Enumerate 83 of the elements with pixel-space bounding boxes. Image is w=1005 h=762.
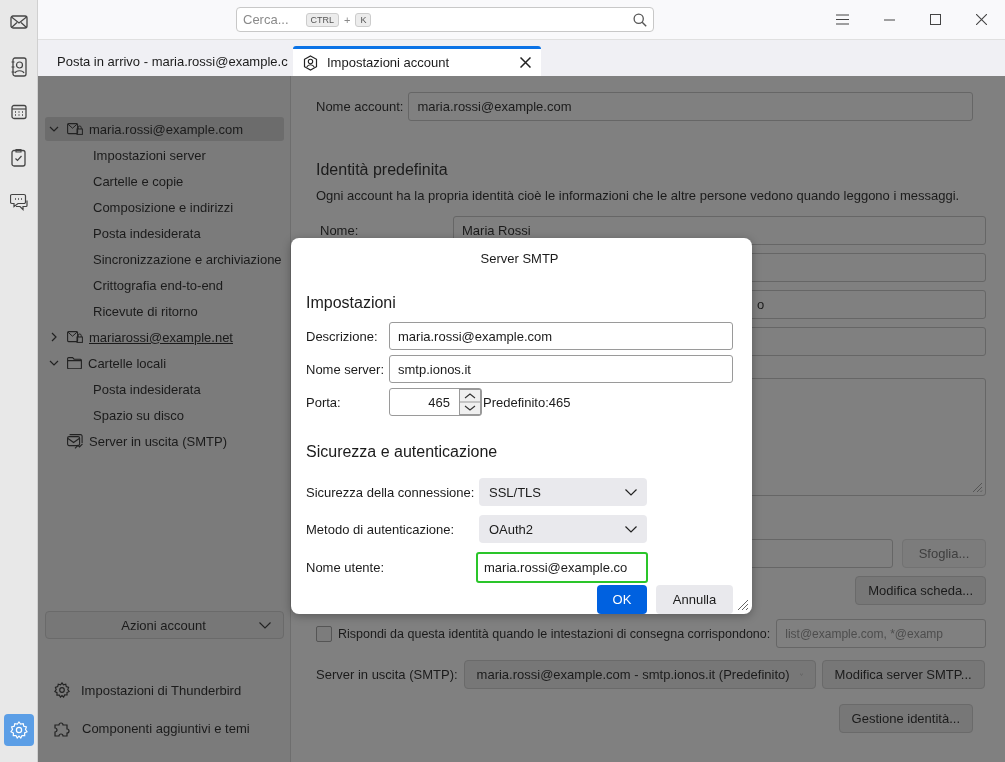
account-tree-item[interactable]: Spazio su disco <box>45 403 284 429</box>
field-label: Nome server: <box>306 361 386 377</box>
dialog-title: Server SMTP <box>479 251 560 266</box>
field-label: Nome: <box>320 222 360 240</box>
chevron-icon[interactable] <box>49 124 59 134</box>
connection-security-dropdown[interactable]: SSL/TLS <box>479 478 647 506</box>
section-heading: Identità predefinita <box>316 161 449 179</box>
tab[interactable]: Impostazioni account <box>293 46 541 76</box>
account-tree-item[interactable]: maria.rossi@example.com <box>45 117 284 141</box>
field-label: Server in uscita (SMTP): <box>316 667 458 682</box>
chevron-icon[interactable] <box>49 332 59 342</box>
settings-button[interactable] <box>3 714 34 746</box>
tab[interactable]: Posta in arrivo - maria.rossi@example.c <box>38 46 290 76</box>
port-spinner[interactable]: 465 <box>389 388 482 416</box>
browse-button[interactable]: Sfoglia... <box>902 539 986 568</box>
account-tree-item[interactable]: mariarossi@example.net <box>45 325 284 349</box>
checkbox[interactable] <box>316 625 332 642</box>
key-joiner: + <box>344 13 351 26</box>
ok-button[interactable]: OK <box>597 585 647 614</box>
chevron-icon <box>259 621 271 629</box>
spin-arrows-icon[interactable] <box>459 389 481 415</box>
chevron-icon <box>625 488 637 496</box>
resize-grip-icon <box>737 599 749 611</box>
account-name-field[interactable]: maria.rossi@example.com <box>408 92 973 121</box>
account-tree-item[interactable]: Impostazioni server <box>45 143 284 169</box>
field-label: Nome account: <box>316 99 404 114</box>
puzzle-icon <box>54 719 71 737</box>
cancel-button[interactable]: Annulla <box>656 585 733 614</box>
envelope-icon <box>9 15 28 29</box>
username-field[interactable]: maria.rossi@example.co <box>476 552 648 583</box>
field-label: Descrizione: <box>306 328 379 344</box>
search-field[interactable]: Cerca... CTRL + K <box>236 7 654 32</box>
section-description: Ogni account ha la propria identità cioè le informazioni che le altre persone vedono quando leggono i messaggi. <box>316 188 961 203</box>
edit-card-button[interactable]: Modifica scheda... <box>855 576 986 605</box>
account-tree-item[interactable]: Composizione e indirizzi <box>45 195 284 221</box>
account-tree-item[interactable]: Posta indesiderata <box>45 221 284 247</box>
envelope-lock-icon <box>67 331 83 343</box>
checkbox-label: Rispondi da questa identità quando le intestazioni di consegna corrispondono: <box>338 626 771 641</box>
account-tree-item[interactable]: Ricevute di ritorno <box>45 299 284 325</box>
sidebar-link[interactable]: Impostazioni di Thunderbird <box>45 680 284 700</box>
outbox-icon <box>67 433 83 449</box>
sidebar-link[interactable]: Componenti aggiuntivi e temi <box>45 718 284 738</box>
chat-bubbles-icon <box>9 193 28 211</box>
field-label: Nome utente: <box>306 560 386 575</box>
settings-icon <box>9 721 28 739</box>
menu-icon[interactable] <box>836 14 849 25</box>
field-label: Sicurezza della connessione: <box>306 484 476 500</box>
search-icon <box>633 12 647 27</box>
close-icon[interactable] <box>520 57 531 68</box>
field-label: Porta: <box>306 394 342 410</box>
keyboard-key: CTRL <box>305 12 340 27</box>
edit-smtp-button[interactable]: Modifica server SMTP... <box>821 660 985 689</box>
manage-identities-button[interactable]: Gestione identità... <box>838 704 973 733</box>
chevron-icon <box>625 525 637 533</box>
maximize-icon[interactable] <box>930 14 941 25</box>
field-label: Metodo di autenticazione: <box>306 521 456 537</box>
account-tree-item[interactable]: Posta indesiderata <box>45 377 284 403</box>
default-port-text: Predefinito:465 <box>483 394 571 410</box>
account-tree-item[interactable]: Crittografia end-to-end <box>45 273 284 299</box>
server-name-field[interactable]: smtp.ionos.it <box>389 355 733 383</box>
clipboard-check-icon <box>11 147 26 167</box>
description-field[interactable]: maria.rossi@example.com <box>389 322 733 350</box>
account-tree-item[interactable]: Server in uscita (SMTP) <box>45 429 284 453</box>
section-heading: Impostazioni <box>306 294 397 312</box>
account-actions-button[interactable]: Azioni account <box>45 611 284 639</box>
keyboard-key: K <box>355 12 372 27</box>
account-icon <box>303 54 318 71</box>
calendar-icon <box>10 104 27 120</box>
folder-icon <box>67 357 82 369</box>
account-tree-item[interactable]: Cartelle e copie <box>45 169 284 195</box>
address-book-icon <box>10 57 27 77</box>
search-placeholder: Cerca... <box>243 12 289 27</box>
minimize-icon[interactable] <box>884 18 895 21</box>
close-icon[interactable] <box>976 14 987 25</box>
section-heading: Sicurezza e autenticazione <box>306 443 499 461</box>
envelope-lock-icon <box>67 123 83 135</box>
gear-icon <box>54 682 70 698</box>
auth-method-dropdown[interactable]: OAuth2 <box>479 515 647 543</box>
chevron-icon[interactable] <box>49 358 59 368</box>
account-tree-item[interactable]: Sincronizzazione e archiviazione <box>45 247 284 273</box>
resize-grip-icon <box>972 482 983 493</box>
smtp-server-dropdown[interactable]: maria.rossi@example.com - smtp.ionos.it (Predefinito) <box>463 660 816 689</box>
account-tree-item[interactable]: Cartelle locali <box>45 351 284 375</box>
